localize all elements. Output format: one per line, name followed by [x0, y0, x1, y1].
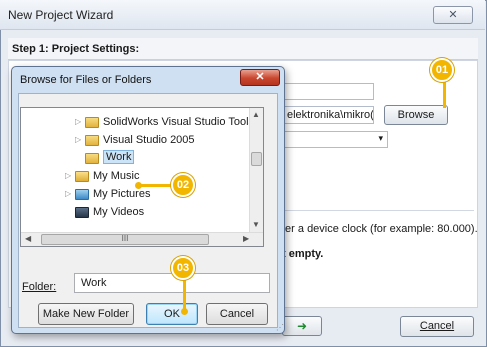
- callout-01-leader: [443, 82, 446, 108]
- project-folder-input[interactable]: elektronika\mikro(: [282, 106, 374, 124]
- folder-icon: [85, 135, 99, 146]
- make-new-folder-button[interactable]: Make New Folder: [38, 303, 134, 325]
- wizard-title: New Project Wizard: [8, 8, 114, 22]
- expand-icon[interactable]: ▷: [65, 189, 71, 198]
- browse-close-button[interactable]: ✕: [240, 69, 280, 86]
- wizard-cancel-label: Cancel: [419, 320, 455, 332]
- browse-dialog-title: Browse for Files or Folders: [20, 74, 152, 86]
- folder-icon: [85, 153, 99, 164]
- chevron-down-icon: ▾: [378, 133, 383, 143]
- panel-divider: [282, 210, 474, 211]
- tree-item-label: My Pictures: [93, 188, 151, 200]
- videos-folder-icon: [75, 207, 89, 218]
- callout-02-badge: 02: [171, 173, 195, 197]
- callout-03-badge: 03: [171, 256, 195, 280]
- resize-grip-icon[interactable]: ⋰: [276, 323, 284, 332]
- scroll-right-icon[interactable]: ▶: [243, 234, 249, 243]
- tree-item-label: My Videos: [93, 206, 145, 218]
- horizontal-scrollbar[interactable]: ◀ III ▶: [21, 232, 263, 246]
- browse-button[interactable]: Browse: [384, 105, 448, 125]
- project-name-input[interactable]: [282, 83, 374, 100]
- folder-label-text: Folder:: [22, 281, 57, 293]
- pictures-folder-icon: [75, 189, 89, 200]
- browse-cancel-button[interactable]: Cancel: [206, 303, 268, 325]
- folder-tree[interactable]: ▷ SolidWorks Visual Studio Tools ▷ Visua…: [20, 107, 264, 247]
- next-button[interactable]: ➜: [282, 316, 322, 336]
- wizard-close-button[interactable]: ✕: [433, 6, 473, 24]
- clock-hint-text: ter a device clock (for example: 80.000)…: [282, 223, 478, 235]
- expand-icon[interactable]: ▷: [75, 135, 81, 144]
- vertical-scroll-thumb[interactable]: [251, 152, 262, 166]
- tree-item-label: Work: [103, 150, 135, 164]
- tree-item-label: Visual Studio 2005: [103, 134, 195, 146]
- expand-icon[interactable]: ▷: [75, 117, 81, 126]
- scroll-left-icon[interactable]: ◀: [25, 234, 31, 243]
- folder-icon: [85, 117, 99, 128]
- tree-item-label: My Music: [93, 170, 140, 182]
- empty-warning-text: t empty.: [282, 248, 324, 260]
- wizard-cancel-button[interactable]: Cancel: [400, 316, 474, 337]
- step-header: Step 1: Project Settings:: [8, 38, 478, 60]
- step-title: Step 1: Project Settings:: [12, 43, 140, 55]
- scroll-up-icon[interactable]: ▲: [252, 110, 260, 119]
- music-folder-icon: [75, 171, 89, 182]
- callout-03-dot: [181, 308, 188, 315]
- device-select[interactable]: ▾: [282, 131, 388, 148]
- folder-name-value: Work: [81, 277, 107, 289]
- arrow-right-icon: ➜: [296, 319, 308, 333]
- scroll-down-icon[interactable]: ▼: [252, 220, 260, 229]
- folder-name-input[interactable]: Work: [74, 273, 270, 293]
- tree-item-label: SolidWorks Visual Studio Tools: [103, 116, 255, 128]
- callout-01-badge: 01: [430, 58, 454, 82]
- folder-label: Folder:: [22, 281, 56, 293]
- ok-button[interactable]: OK: [146, 303, 198, 325]
- browse-folders-dialog: Browse for Files or Folders ✕ ▷ SolidWor…: [11, 66, 285, 334]
- callout-02-leader: [138, 184, 174, 187]
- horizontal-scroll-thumb[interactable]: III: [41, 234, 209, 245]
- expand-icon[interactable]: ▷: [65, 171, 71, 180]
- project-folder-value: elektronika\mikro(: [287, 109, 374, 121]
- callout-03-leader: [183, 279, 186, 311]
- vertical-scrollbar[interactable]: ▲ ▼: [249, 108, 263, 232]
